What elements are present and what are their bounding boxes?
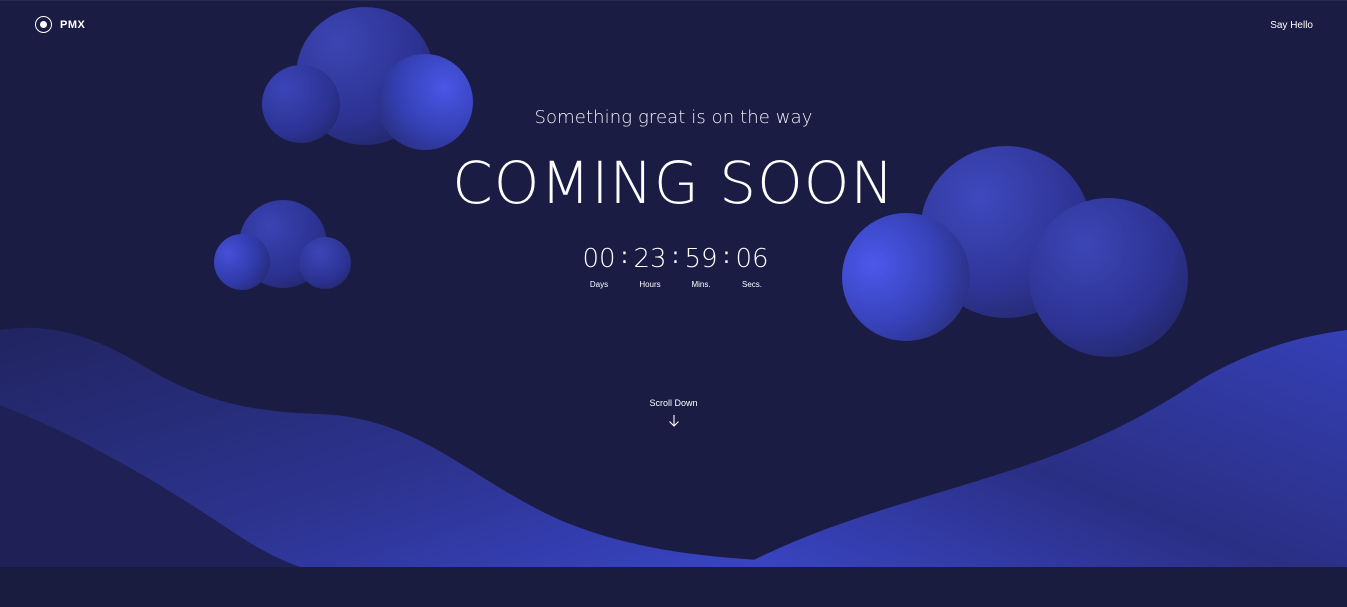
tagline: Something great is on the way	[534, 107, 813, 128]
brand-name: PMX	[60, 18, 86, 31]
logo-dot	[40, 21, 47, 28]
arrow-down-icon	[668, 415, 679, 427]
countdown-hours: 23 Hours	[630, 243, 670, 289]
brand-logo[interactable]: PMX	[35, 16, 85, 33]
mins-value: 59	[684, 244, 718, 274]
circle-dot-icon	[35, 16, 52, 33]
footer-band	[0, 567, 1347, 607]
secs-value: 06	[735, 244, 769, 274]
days-label: Days	[589, 280, 609, 289]
countdown-secs: 06 Secs.	[732, 243, 772, 289]
page-title: COMING SOON	[452, 149, 895, 217]
page: PMX Say Hello Something great is on the …	[0, 0, 1347, 607]
countdown-days: 00 Days	[579, 243, 619, 289]
cloud-sphere	[299, 237, 351, 289]
hours-value: 23	[633, 244, 667, 274]
countdown-separator: :	[722, 244, 731, 269]
cloud-sphere	[214, 234, 270, 290]
hero-scene: PMX Say Hello Something great is on the …	[0, 0, 1347, 567]
countdown-separator: :	[620, 244, 629, 269]
countdown-timer: 00 Days : 23 Hours : 59 Mins. : 06 Secs.	[579, 243, 772, 289]
secs-label: Secs.	[741, 280, 762, 289]
cloud-sphere	[842, 213, 970, 341]
mins-label: Mins.	[691, 280, 711, 289]
say-hello-link[interactable]: Say Hello	[1270, 20, 1313, 31]
scroll-down-label: Scroll Down	[649, 398, 698, 408]
countdown-separator: :	[671, 244, 680, 269]
countdown-mins: 59 Mins.	[681, 243, 721, 289]
hours-label: Hours	[639, 280, 661, 289]
cloud-sphere	[377, 54, 473, 150]
scroll-down-button[interactable]: Scroll Down	[0, 398, 1347, 428]
cloud-sphere	[262, 65, 340, 143]
days-value: 00	[582, 244, 616, 274]
cloud-sphere	[1029, 198, 1188, 357]
